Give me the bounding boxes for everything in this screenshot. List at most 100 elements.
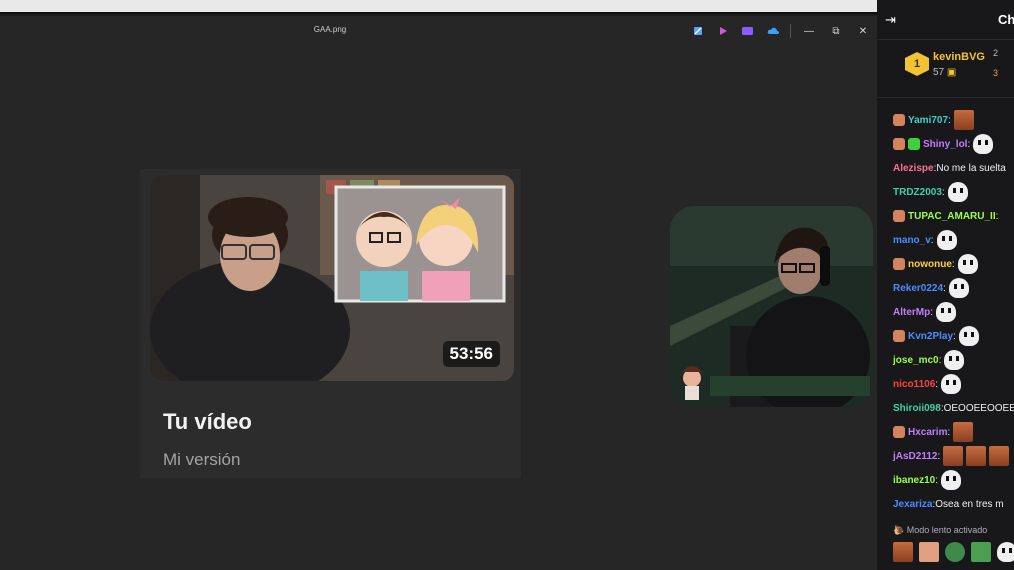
user-badge-icon[interactable] (908, 138, 920, 150)
leader-points: 57 ▣ (933, 67, 956, 78)
window-title: GAA.png (313, 25, 347, 34)
chat-message: Jexariza: Osea en tres m (893, 492, 1014, 516)
chat-title: Ch (998, 12, 1014, 27)
face-emote-icon[interactable] (943, 446, 964, 466)
leaderboard[interactable]: 1 kevinBVG 57 ▣ 2 3 (877, 40, 1014, 98)
chat-message: mano_v: (893, 228, 1014, 252)
chat-username[interactable]: AlterMp (893, 307, 930, 318)
chat-message: Reker0224: (893, 276, 1014, 300)
ghost-emote-icon[interactable] (941, 470, 962, 490)
user-badge-icon[interactable] (893, 426, 905, 438)
user-badge-icon[interactable] (893, 210, 905, 222)
chat-message: TRDZ2003: (893, 180, 1014, 204)
ghost-emote-icon[interactable] (941, 374, 962, 394)
chat-header: ⇥ Ch (877, 0, 1014, 40)
chat-separator: : (930, 234, 934, 246)
rank-2-badge: 2 (993, 48, 999, 58)
ghost-emote-icon[interactable] (936, 302, 957, 322)
chat-username[interactable]: nico1106 (893, 379, 935, 390)
chat-separator: : (947, 426, 951, 438)
face-emote-icon[interactable] (953, 110, 974, 130)
chat-separator: : (943, 282, 946, 294)
video-card[interactable]: 53:56 Tu vídeo Mi versión (140, 169, 521, 478)
emote-bar (893, 542, 1014, 562)
emote-button[interactable] (945, 542, 965, 562)
chat-username[interactable]: Alezispe (893, 163, 934, 174)
emote-button[interactable] (971, 542, 991, 562)
ghost-emote-icon[interactable] (958, 326, 979, 346)
chat-separator: : (948, 114, 951, 126)
chat-message: nico1106: (893, 372, 1014, 396)
face-emote-icon[interactable] (953, 422, 974, 442)
chat-text: OEOOEEOOEE (943, 402, 1014, 414)
chat-username[interactable]: jAsD2112 (893, 451, 937, 462)
chat-message: nowonue: (893, 252, 1014, 276)
chat-username[interactable]: nowonue (908, 259, 952, 270)
chat-username[interactable]: jose_mc0 (893, 355, 939, 366)
chat-separator: : (930, 306, 934, 318)
chat-username[interactable]: Yami707 (908, 115, 948, 126)
chat-username[interactable]: Reker0224 (893, 283, 943, 294)
title-bar: GAA.png — ⧉ ✕ (0, 16, 877, 46)
video-duration: 53:56 (442, 341, 500, 367)
chat-message: ibanez10: (893, 468, 1014, 492)
close-button[interactable]: ✕ (853, 22, 873, 40)
emote-button[interactable] (997, 542, 1014, 562)
points-icon: ▣ (946, 67, 957, 78)
ghost-emote-icon[interactable] (936, 230, 957, 250)
chat-username[interactable]: Kvn2Play (908, 331, 953, 342)
slow-mode-text: Modo lento activado (906, 525, 988, 535)
video-thumbnail[interactable]: 53:56 (150, 175, 514, 381)
chat-message: Shiny_lol: (893, 132, 1014, 156)
copilot-icon[interactable] (715, 24, 730, 38)
face-emote-icon[interactable] (966, 446, 987, 466)
chat-message: Shiroii098: OEOOEEOOEE (893, 396, 1014, 420)
emote-button[interactable] (893, 542, 913, 562)
video-title[interactable]: Tu vídeo (163, 409, 252, 435)
chat-separator: : (967, 138, 971, 150)
chat-separator: : (995, 210, 999, 222)
chat-separator: : (938, 354, 942, 366)
chat-text: No me la suelta (936, 162, 1006, 174)
ghost-emote-icon[interactable] (947, 182, 968, 202)
ghost-emote-icon[interactable] (957, 254, 978, 274)
chat-username[interactable]: Shiroii098 (893, 403, 941, 414)
chat-username[interactable]: TRDZ2003 (893, 187, 942, 198)
chat-messages: Yami707: Shiny_lol: Alezispe: No me la sue… (893, 108, 1014, 516)
chat-username[interactable]: Shiny_lol (923, 139, 967, 150)
chat-message: AlterMp: (893, 300, 1014, 324)
chat-username[interactable]: mano_v (893, 235, 931, 246)
chat-separator: : (951, 258, 955, 270)
chat-panel: ⇥ Ch 1 kevinBVG 57 ▣ 2 3 Yami707: Shiny_l… (877, 0, 1014, 570)
chat-username[interactable]: ibanez10 (893, 475, 935, 486)
pen-icon[interactable] (690, 24, 705, 38)
face-emote-icon[interactable] (989, 446, 1010, 466)
minimize-button[interactable]: — (799, 22, 819, 40)
chat-message: Hxcarim: (893, 420, 1014, 444)
user-badge-icon[interactable] (893, 330, 905, 342)
emote-button[interactable] (919, 542, 939, 562)
onedrive-icon[interactable] (765, 24, 780, 38)
chat-username[interactable]: Jexariza (893, 499, 932, 510)
effects-icon[interactable] (740, 24, 755, 38)
webcam-image (670, 206, 873, 407)
user-badge-icon[interactable] (893, 258, 905, 270)
collapse-chat-icon[interactable]: ⇥ (885, 12, 896, 28)
rank-3-badge: 3 (993, 68, 999, 78)
ghost-emote-icon[interactable] (948, 278, 969, 298)
toolbar (690, 24, 780, 38)
leader-name[interactable]: kevinBVG (933, 51, 985, 63)
ghost-emote-icon[interactable] (944, 350, 965, 370)
photo-viewer-window: GAA.png — ⧉ ✕ 53:56 Tu vídeo Mi versión (0, 16, 877, 570)
user-badge-icon[interactable] (893, 114, 905, 126)
ghost-emote-icon[interactable] (973, 134, 994, 154)
snail-icon: 🐌 (893, 525, 905, 535)
restore-button[interactable]: ⧉ (826, 22, 846, 40)
leader-points-value: 57 (933, 67, 945, 78)
chat-separator: : (953, 330, 956, 342)
chat-username[interactable]: Hxcarim (908, 427, 947, 438)
user-badge-icon[interactable] (893, 138, 905, 150)
chat-text: Osea en tres m (935, 498, 1004, 510)
slow-mode-notice: 🐌 Modo lento activado (893, 525, 987, 536)
chat-username[interactable]: TUPAC_AMARU_II (908, 211, 996, 222)
